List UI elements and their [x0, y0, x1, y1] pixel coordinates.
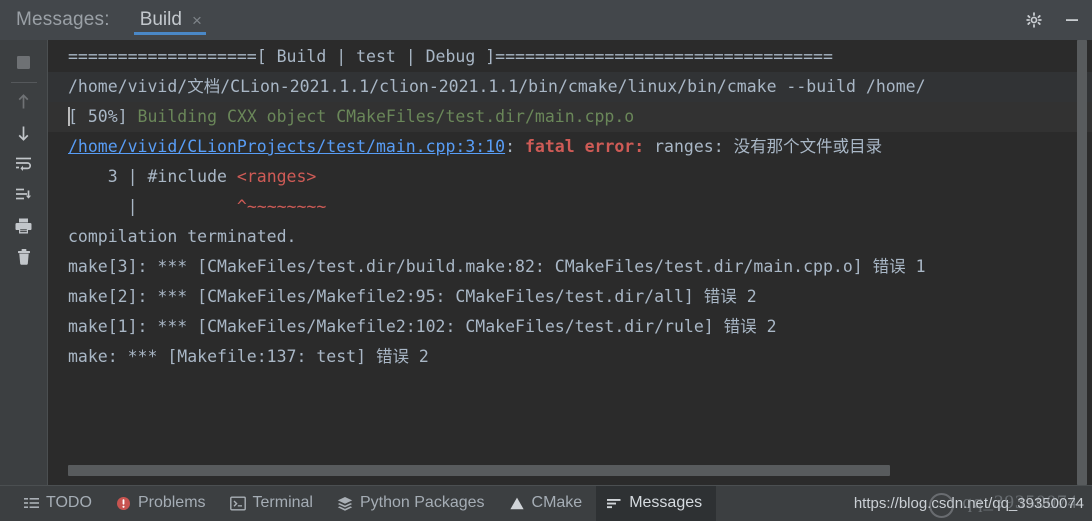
status-bar-item-problems[interactable]: Problems — [106, 486, 220, 521]
line-progress-50[interactable]: [ 50%] Building CXX object CMakeFiles/te… — [48, 102, 1092, 132]
toolbar-divider — [10, 82, 37, 83]
minimize-icon[interactable] — [1062, 10, 1082, 30]
status-bar: TODO Problems Terminal Python Packages CMake… — [0, 485, 1092, 521]
console-text-segment: fatal error: — [524, 137, 645, 156]
tool-window-body: ===================[ Build | test | Debu… — [0, 40, 1092, 485]
tool-window-header: Messages: Build × — [0, 0, 1092, 40]
line-source-3[interactable]: 3 | #include <ranges> — [48, 162, 1092, 192]
console-text-segment: 3 | #include — [68, 167, 237, 186]
status-bar-item-label: Python Packages — [359, 494, 485, 511]
soft-wrap-button[interactable] — [9, 149, 39, 178]
status-bar-item-label: Messages — [629, 494, 703, 511]
scroll-to-end-button[interactable] — [9, 180, 39, 209]
line-make-1[interactable]: make[1]: *** [CMakeFiles/Makefile2:102: … — [48, 312, 1092, 342]
up-arrow-button[interactable] — [9, 87, 39, 116]
line-make-2[interactable]: make[2]: *** [CMakeFiles/Makefile2:95: C… — [48, 282, 1092, 312]
stop-button[interactable] — [9, 48, 39, 77]
console-text-segment: make[2]: *** [CMakeFiles/Makefile2:95: C… — [68, 287, 757, 306]
status-bar-item-messages[interactable]: Messages — [596, 485, 717, 521]
line-cmake-cmd[interactable]: /home/vivid/文档/CLion-2021.1.1/clion-2021… — [48, 72, 1092, 102]
tool-window-actions — [1024, 0, 1082, 40]
console-vertical-scrollbar-thumb[interactable] — [1077, 40, 1087, 485]
status-bar-item-label: Terminal — [252, 494, 313, 511]
gear-icon[interactable] — [1024, 10, 1044, 30]
console-text-segment: make: *** [Makefile:137: test] 错误 2 — [68, 347, 429, 366]
console-text-segment: make[1]: *** [CMakeFiles/Makefile2:102: … — [68, 317, 777, 336]
console-text-segment: make[3]: *** [CMakeFiles/test.dir/build.… — [68, 257, 926, 276]
tab-active-underline — [133, 32, 206, 35]
triangle-icon — [509, 496, 525, 511]
clion-build-messages-window: Messages: Build × ===================[B… — [0, 0, 1092, 521]
line-caret-marker[interactable]: | ^~~~~~~~~ — [48, 192, 1092, 222]
list-icon — [24, 496, 39, 511]
console-text: ===================[ Build | test | Debu… — [48, 40, 1092, 485]
console-text-segment: ===================[ Build | test | Debu… — [68, 47, 833, 66]
status-bar-item-label: CMake — [531, 494, 583, 511]
tab-build-label: Build — [139, 9, 182, 30]
status-bar-item-todo[interactable]: TODO — [14, 486, 106, 521]
status-bar-item-terminal[interactable]: Terminal — [220, 486, 327, 521]
console-text-segment: Building CXX object CMakeFiles/test.dir/… — [137, 107, 635, 126]
console-text-segment: <ranges> — [236, 167, 317, 186]
console-vertical-scrollbar[interactable] — [1077, 40, 1087, 485]
close-icon[interactable]: × — [192, 12, 202, 29]
line-banner[interactable]: ===================[ Build | test | Debu… — [48, 42, 1092, 72]
line-make[interactable]: make: *** [Makefile:137: test] 错误 2 — [48, 342, 1092, 372]
error-icon — [116, 496, 131, 511]
console-horizontal-scrollbar-thumb[interactable] — [68, 465, 890, 476]
status-bar-item-cmake[interactable]: CMake — [499, 486, 597, 521]
print-button[interactable] — [9, 211, 39, 240]
console-horizontal-scrollbar[interactable] — [68, 465, 1070, 476]
status-bar-items: TODO Problems Terminal Python Packages CMake… — [14, 485, 717, 521]
line-fatal-error[interactable]: /home/vivid/CLionProjects/test/main.cpp:… — [48, 132, 1092, 162]
console-text-segment: ranges: 没有那个文件或目录 — [644, 137, 883, 156]
console-text-segment: | — [68, 197, 237, 216]
console-text-segment: : — [505, 137, 525, 156]
console-text-segment: /home/vivid/文档/CLion-2021.1.1/clion-2021… — [68, 77, 926, 96]
line-make-3[interactable]: make[3]: *** [CMakeFiles/test.dir/build.… — [48, 252, 1092, 282]
console-file-link[interactable]: /home/vivid/CLionProjects/test/main.cpp:… — [68, 137, 505, 156]
messages-icon — [606, 496, 622, 511]
status-bar-item-label: TODO — [46, 494, 92, 511]
console-text-segment: ^~~~~~~~~ — [236, 197, 327, 216]
tab-build[interactable]: Build × — [132, 0, 208, 40]
console-output-panel[interactable]: ===================[ Build | test | Debu… — [47, 40, 1092, 485]
console-toolbar — [0, 40, 47, 485]
line-compilation-terminated[interactable]: compilation terminated. — [48, 222, 1092, 252]
tool-window-label: Messages: — [16, 9, 110, 30]
down-arrow-button[interactable] — [9, 118, 39, 147]
terminal-icon — [229, 496, 246, 511]
status-bar-item-label: Problems — [137, 494, 206, 511]
status-bar-item-python-packages[interactable]: Python Packages — [327, 486, 499, 521]
console-text-segment: compilation terminated. — [68, 227, 297, 246]
layers-icon — [337, 496, 353, 511]
clear-all-button[interactable] — [9, 242, 39, 271]
console-text-segment: [ 50%] — [68, 107, 138, 126]
watermark-url: https://blog.csdn.net/qq_39350074 — [853, 495, 1084, 512]
